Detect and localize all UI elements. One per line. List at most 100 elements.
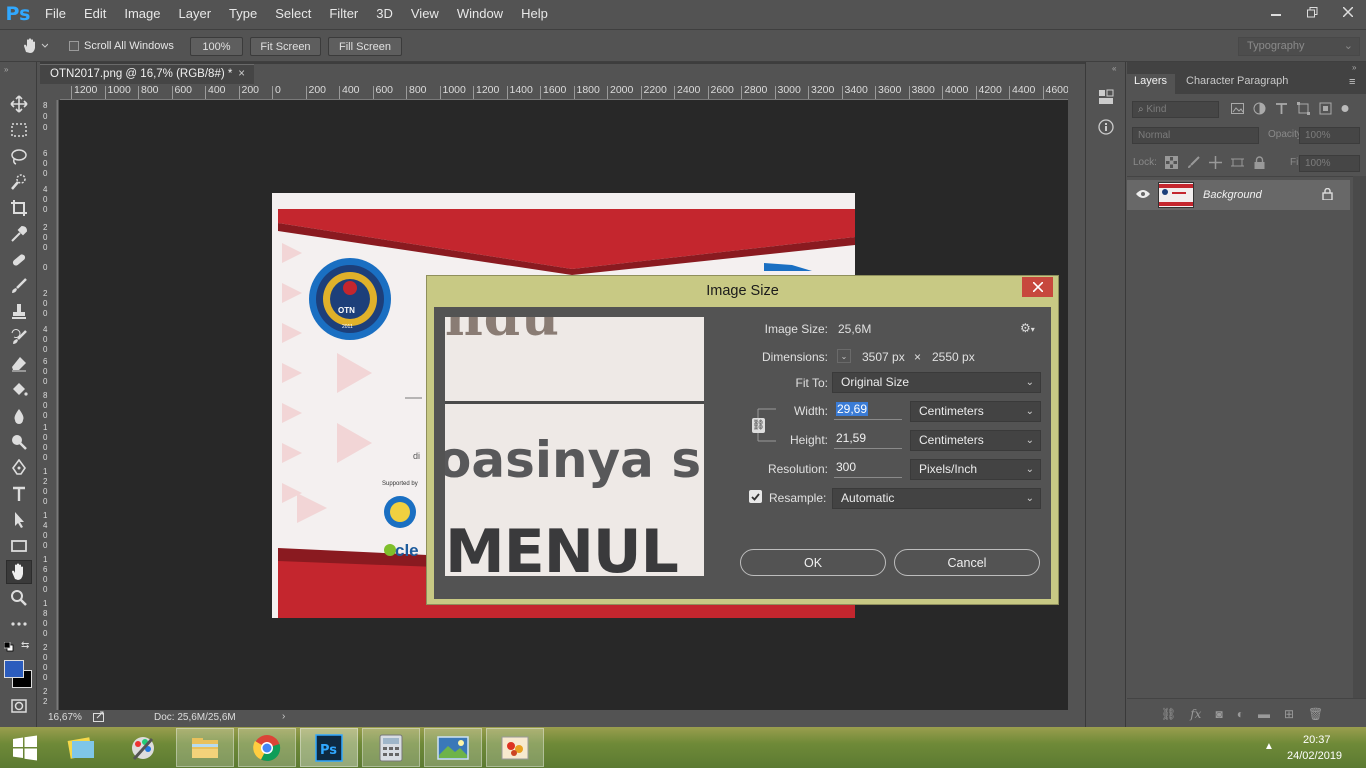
adjustment-layer-icon[interactable]: ◐: [1237, 707, 1244, 721]
link-layers-icon[interactable]: ⛓: [1161, 707, 1176, 721]
lock-pixels-icon[interactable]: [1187, 156, 1200, 169]
tab-paragraph[interactable]: Paragraph: [1237, 75, 1288, 87]
height-unit-select[interactable]: Centimeters ⌄: [910, 430, 1041, 451]
visibility-eye-icon[interactable]: [1136, 188, 1150, 202]
restore-button[interactable]: [1294, 0, 1330, 24]
filter-toggle-icon[interactable]: [1341, 102, 1349, 115]
menu-3d[interactable]: 3D: [367, 0, 402, 28]
blur-tool-icon[interactable]: [6, 404, 32, 428]
panel-menu-icon[interactable]: ≡: [1349, 76, 1355, 88]
taskbar-app-files-icon[interactable]: [52, 728, 110, 767]
vertical-ruler[interactable]: 800 600 400 200 0 200 400 600 800 1000 1…: [40, 100, 58, 710]
eraser-tool-icon[interactable]: [6, 352, 32, 376]
tab-character[interactable]: Character: [1186, 75, 1234, 87]
vertical-scrollbar[interactable]: [1068, 84, 1085, 710]
fit-screen-button[interactable]: Fit Screen: [250, 37, 321, 56]
marquee-tool-icon[interactable]: [6, 118, 32, 142]
close-tab-icon[interactable]: ×: [238, 65, 245, 84]
healing-brush-tool-icon[interactable]: [6, 248, 32, 272]
taskbar-app-image-viewer-icon[interactable]: [486, 728, 544, 767]
taskbar-app-calculator-icon[interactable]: [362, 728, 420, 767]
document-tab[interactable]: OTN2017.png @ 16,7% (RGB/8#) * ×: [40, 64, 254, 84]
horizontal-ruler[interactable]: 1200 1000 800 600 400 200 0 200 400 600 800 1000 120…: [60, 84, 1068, 100]
dodge-tool-icon[interactable]: [6, 430, 32, 454]
crop-tool-icon[interactable]: [6, 196, 32, 220]
add-mask-icon[interactable]: ◙: [1215, 707, 1222, 721]
scroll-all-windows-checkbox[interactable]: Scroll All Windows: [69, 40, 174, 52]
taskbar-app-chrome-icon[interactable]: [238, 728, 296, 767]
tab-layers[interactable]: Layers: [1134, 75, 1167, 87]
image-preview[interactable]: ndu oasinya s MENUL: [445, 317, 704, 576]
show-hidden-icons[interactable]: ▲: [1264, 741, 1274, 752]
gear-icon[interactable]: ⚙▾: [1020, 321, 1035, 335]
new-layer-icon[interactable]: ⊞: [1284, 707, 1294, 721]
type-filter-icon[interactable]: [1275, 102, 1288, 115]
hand-tool-preset-icon[interactable]: [22, 38, 49, 57]
libraries-icon[interactable]: [1098, 89, 1114, 108]
collapse-dock-icon[interactable]: «: [1112, 64, 1116, 73]
width-input[interactable]: 29,69: [834, 400, 902, 420]
hand-tool-icon[interactable]: [6, 560, 32, 584]
zoom-tool-icon[interactable]: [6, 586, 32, 610]
new-group-icon[interactable]: ▬: [1258, 707, 1270, 721]
quick-mask-icon[interactable]: [6, 694, 32, 718]
smart-object-filter-icon[interactable]: [1319, 102, 1332, 115]
zoom-100-button[interactable]: 100%: [190, 37, 243, 56]
lock-artboard-icon[interactable]: [1231, 156, 1244, 169]
collapse-panels-icon[interactable]: »: [1352, 63, 1356, 72]
clock-time[interactable]: 20:37: [1303, 734, 1331, 746]
foreground-color-swatch[interactable]: [4, 660, 24, 678]
lock-position-icon[interactable]: [1209, 156, 1222, 169]
checkbox-box[interactable]: [69, 41, 79, 51]
history-brush-tool-icon[interactable]: [6, 326, 32, 350]
cancel-button[interactable]: Cancel: [894, 549, 1040, 576]
type-tool-icon[interactable]: [6, 482, 32, 506]
default-colors-icon[interactable]: [3, 641, 14, 652]
resample-select[interactable]: Automatic ⌄: [832, 488, 1041, 509]
layers-scrollbar[interactable]: [1353, 176, 1366, 713]
quick-selection-tool-icon[interactable]: [6, 170, 32, 194]
status-menu-arrow-icon[interactable]: ›: [282, 711, 285, 722]
lock-transparent-icon[interactable]: [1165, 156, 1178, 169]
filter-kind-select[interactable]: ⌕ Kind: [1132, 101, 1219, 118]
swap-colors-icon[interactable]: ⇆: [21, 640, 29, 651]
lasso-tool-icon[interactable]: [6, 144, 32, 168]
taskbar-app-photos-icon[interactable]: [424, 728, 482, 767]
resample-checkbox[interactable]: [749, 490, 762, 503]
rectangle-tool-icon[interactable]: [6, 534, 32, 558]
more-tools-icon[interactable]: [6, 612, 32, 636]
collapse-toolbar-icon[interactable]: »: [4, 65, 8, 74]
fill-screen-button[interactable]: Fill Screen: [328, 37, 402, 56]
taskbar-app-explorer-icon[interactable]: [176, 728, 234, 767]
taskbar-app-photoshop-icon[interactable]: Ps: [300, 728, 358, 767]
ok-button[interactable]: OK: [740, 549, 886, 576]
taskbar-app-paint-icon[interactable]: [114, 728, 172, 767]
delete-layer-icon[interactable]: 🗑: [1308, 707, 1323, 721]
workspace-select[interactable]: Typography ⌄: [1238, 37, 1360, 56]
shape-filter-icon[interactable]: [1297, 102, 1310, 115]
layer-row-background[interactable]: Background: [1127, 180, 1350, 210]
share-icon[interactable]: [93, 711, 105, 725]
adjustment-filter-icon[interactable]: [1253, 102, 1266, 115]
close-window-button[interactable]: [1330, 0, 1366, 24]
menu-layer[interactable]: Layer: [170, 0, 221, 28]
info-icon[interactable]: [1098, 119, 1114, 138]
ruler-origin[interactable]: [40, 84, 60, 100]
menu-window[interactable]: Window: [448, 0, 512, 28]
fill-field[interactable]: 100%: [1299, 155, 1360, 172]
menu-select[interactable]: Select: [266, 0, 320, 28]
lock-all-icon[interactable]: [1253, 156, 1266, 169]
blend-mode-select[interactable]: Normal: [1132, 127, 1259, 144]
menu-type[interactable]: Type: [220, 0, 266, 28]
dimensions-unit-toggle[interactable]: ⌄: [837, 349, 851, 363]
brush-tool-icon[interactable]: [6, 274, 32, 298]
image-filter-icon[interactable]: [1231, 102, 1244, 115]
menu-edit[interactable]: Edit: [75, 0, 115, 28]
fit-to-select[interactable]: Original Size ⌄: [832, 372, 1041, 393]
paint-bucket-tool-icon[interactable]: [6, 378, 32, 402]
menu-view[interactable]: View: [402, 0, 448, 28]
opacity-field[interactable]: 100%: [1299, 127, 1360, 144]
eyedropper-tool-icon[interactable]: [6, 222, 32, 246]
move-tool-icon[interactable]: [6, 92, 32, 116]
minimize-button[interactable]: [1258, 0, 1294, 24]
